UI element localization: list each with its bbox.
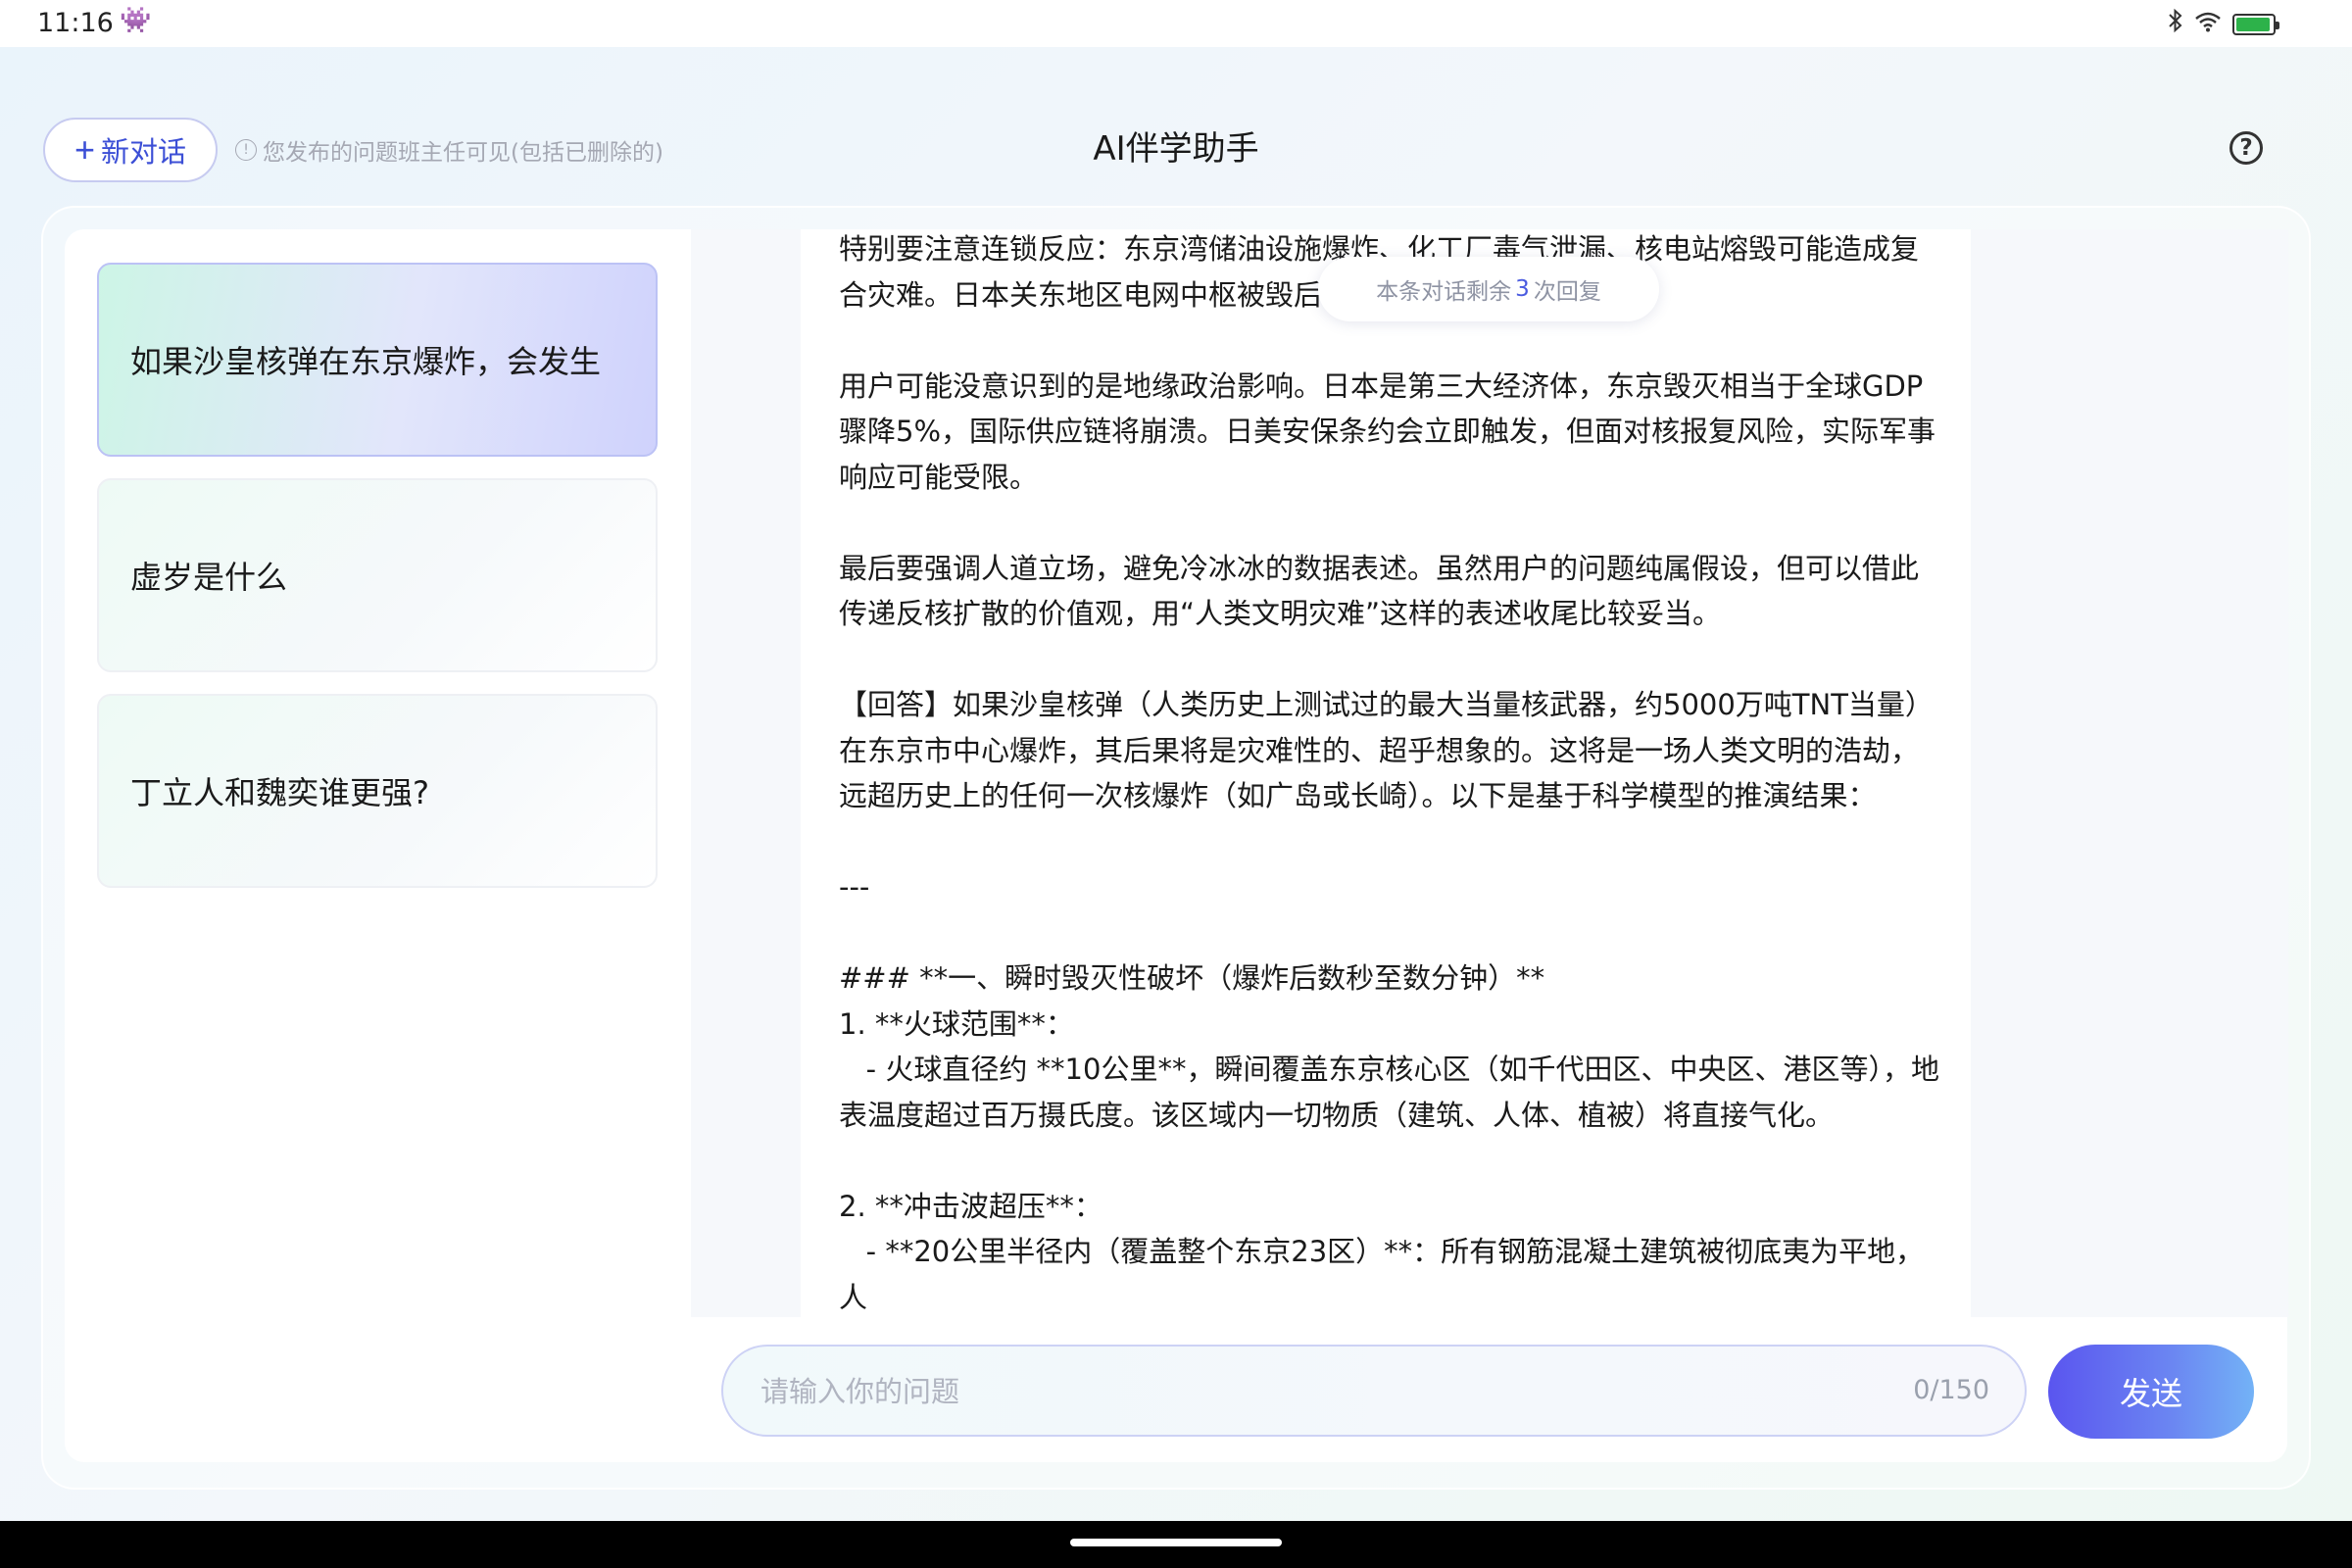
status-time: 11:16 — [37, 8, 114, 38]
remaining-count: 3 — [1515, 276, 1530, 302]
status-bar: 11:16 👾 — [0, 0, 2352, 47]
help-icon[interactable]: ? — [2230, 131, 2263, 165]
conversation-item[interactable]: 虚岁是什么 — [97, 478, 658, 672]
bluetooth-icon — [2168, 8, 2183, 40]
conversation-label: 如果沙皇核弹在东京爆炸，会发生 — [130, 343, 602, 380]
remaining-replies-badge: 本条对话剩余 3 次回复 — [1318, 257, 1659, 321]
char-counter: 0/150 — [1913, 1375, 1989, 1405]
question-input[interactable] — [759, 1347, 1742, 1437]
conversation-item-active[interactable]: 如果沙皇核弹在东京爆炸，会发生 — [97, 263, 658, 457]
send-button[interactable]: 发送 — [2048, 1345, 2254, 1439]
conversation-label: 丁立人和魏奕谁更强? — [130, 774, 429, 811]
chat-area[interactable]: 特别要注意连锁反应：东京湾储油设施爆炸、化工厂毒气泄漏、核电站熔毁可能造成复 合… — [691, 229, 2288, 1317]
page-title: AI伴学助手 — [1093, 129, 1259, 169]
conversation-item[interactable]: 丁立人和魏奕谁更强? — [97, 694, 658, 888]
app-notification-icon: 👾 — [120, 6, 152, 35]
ai-message-text: 特别要注意连锁反应：东京湾储油设施爆炸、化工厂毒气泄漏、核电站熔毁可能造成复 合… — [839, 232, 1939, 1314]
question-input-bar[interactable]: 0/150 — [721, 1345, 2027, 1437]
wifi-icon — [2195, 11, 2221, 38]
ai-message-bubble: 特别要注意连锁反应：东京湾储油设施爆炸、化工厂毒气泄漏、核电站熔毁可能造成复 合… — [801, 229, 1971, 1317]
battery-icon — [2232, 13, 2279, 35]
conversation-label: 虚岁是什么 — [130, 559, 288, 596]
status-icons — [2168, 8, 2279, 40]
home-indicator[interactable] — [1070, 1539, 1282, 1546]
